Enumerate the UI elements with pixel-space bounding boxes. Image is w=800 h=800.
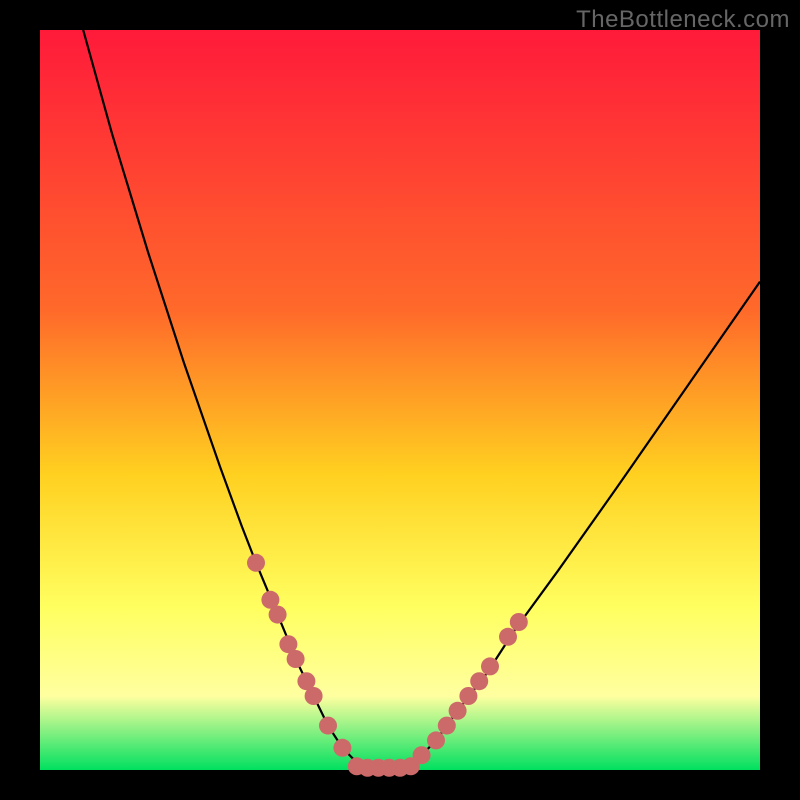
data-point-dot [459,687,477,705]
data-point-dot [319,717,337,735]
data-point-dot [287,650,305,668]
gradient-plot-area [40,30,760,770]
watermark-text: TheBottleneck.com [576,6,790,34]
data-point-dot [269,606,287,624]
data-point-dot [333,739,351,757]
data-point-dot [247,554,265,572]
data-point-dot [413,746,431,764]
bottleneck-chart [0,0,800,800]
data-point-dot [510,613,528,631]
data-point-dot [427,731,445,749]
data-point-dot [438,717,456,735]
chart-frame: TheBottleneck.com [0,0,800,800]
data-point-dot [499,628,517,646]
data-point-dot [470,672,488,690]
data-point-dot [305,687,323,705]
data-point-dot [481,657,499,675]
data-point-dot [449,702,467,720]
